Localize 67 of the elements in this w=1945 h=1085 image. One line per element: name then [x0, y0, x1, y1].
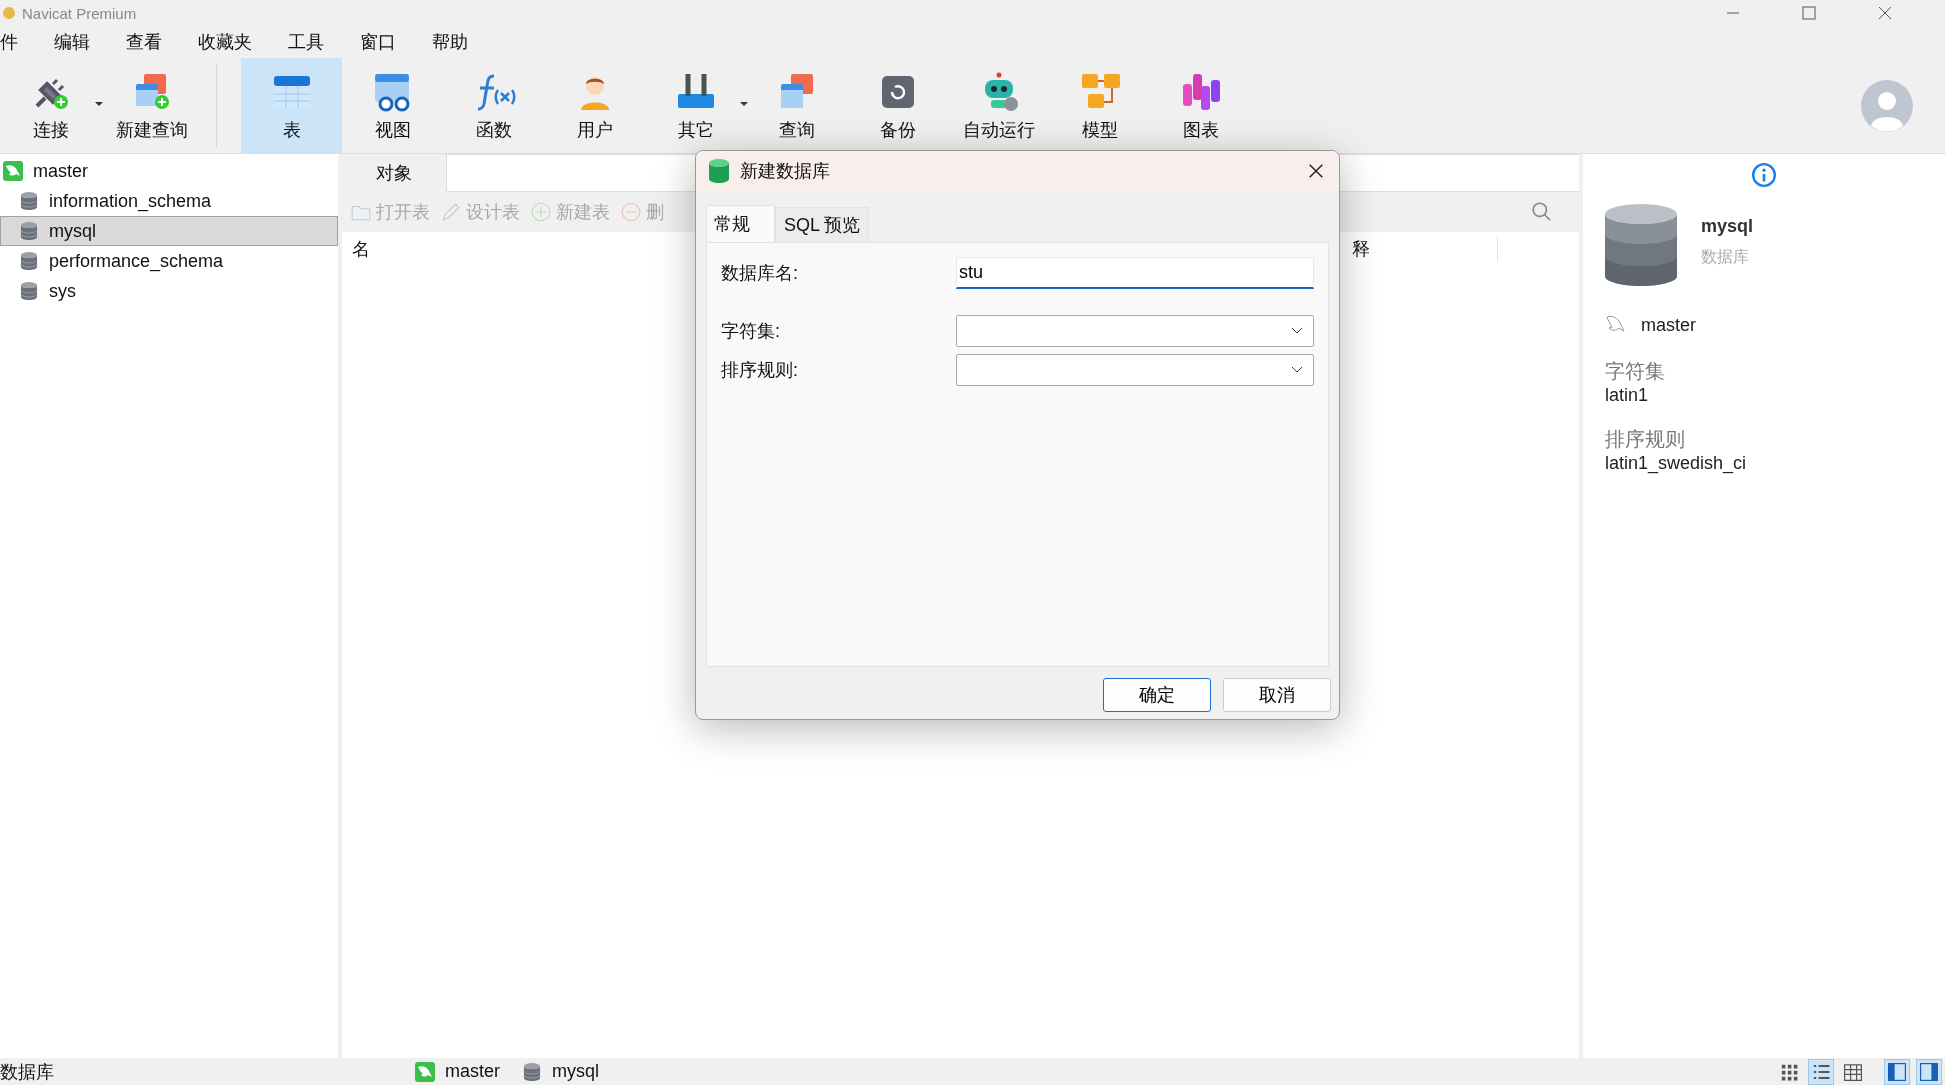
- cancel-button[interactable]: 取消: [1223, 678, 1331, 712]
- tree-item[interactable]: mysql: [0, 216, 338, 246]
- dropdown-field[interactable]: [956, 354, 1314, 386]
- dropdown-field[interactable]: [956, 315, 1314, 347]
- plus-icon: [530, 201, 552, 223]
- right-panel-icon[interactable]: [1916, 1058, 1942, 1085]
- window-title: Navicat Premium: [22, 4, 137, 22]
- tree-item[interactable]: information_schema: [0, 186, 338, 216]
- menu-item[interactable]: 帮助: [414, 30, 486, 54]
- object-name: mysql: [1701, 216, 1754, 237]
- property-value: latin1_swedish_ci: [1605, 453, 1748, 474]
- property-value: latin1: [1605, 385, 1650, 406]
- status-text: 数据库: [0, 1060, 55, 1084]
- chevron-icon: [1291, 366, 1303, 374]
- app-logo-icon: [2, 6, 16, 20]
- dialog-title: 新建数据库: [740, 160, 830, 183]
- connection-name: master: [1641, 314, 1696, 336]
- list-view-icon[interactable]: [1808, 1058, 1834, 1085]
- database-icon: [19, 281, 39, 301]
- property-label: 字符集: [1605, 359, 1666, 384]
- breadcrumb-item[interactable]: master: [445, 1061, 500, 1082]
- field-label: 数据库名:: [721, 262, 798, 285]
- search-icon[interactable]: [1531, 201, 1553, 223]
- toolbar-button[interactable]: 新建查询: [101, 58, 202, 153]
- menu-item[interactable]: 编辑: [36, 30, 108, 54]
- field-label: 字符集:: [721, 320, 780, 343]
- database-icon: [19, 191, 39, 211]
- menu-item[interactable]: 窗口: [342, 30, 414, 54]
- toolbar-button[interactable]: 其它: [645, 58, 746, 153]
- toolbar-button[interactable]: 表: [241, 58, 342, 153]
- database-icon: [522, 1061, 542, 1082]
- toolbar-button[interactable]: 连接: [0, 58, 101, 153]
- database-icon: [708, 159, 730, 183]
- left-panel-icon[interactable]: [1884, 1058, 1910, 1085]
- dialog-tab[interactable]: SQL 预览: [775, 207, 870, 242]
- chevron-icon: [1291, 327, 1303, 335]
- object-type: 数据库: [1701, 247, 1750, 267]
- breadcrumb-item[interactable]: mysql: [552, 1061, 600, 1082]
- toolbar-button[interactable]: 视图: [342, 58, 443, 153]
- minus-icon: [620, 201, 642, 223]
- toolbar-button[interactable]: 图表: [1150, 58, 1251, 153]
- menu-item[interactable]: 查看: [108, 30, 180, 54]
- database-icon: [19, 221, 39, 241]
- tree-item[interactable]: sys: [0, 276, 338, 306]
- caret-icon[interactable]: [94, 99, 103, 108]
- tree-item[interactable]: master: [0, 156, 338, 186]
- caret-icon[interactable]: [739, 99, 748, 108]
- close-icon[interactable]: [1307, 162, 1325, 180]
- tree-item[interactable]: performance_schema: [0, 246, 338, 276]
- menu-item[interactable]: 工具: [270, 30, 342, 54]
- input-field[interactable]: stu: [956, 257, 1314, 289]
- column-header: 名: [352, 238, 370, 261]
- toolbar-button[interactable]: 用户: [544, 58, 645, 153]
- toolbar-button[interactable]: 备份: [847, 58, 948, 153]
- database-icon: [19, 251, 39, 271]
- menu-item[interactable]: 件: [0, 30, 36, 54]
- toolbar-button[interactable]: 模型: [1049, 58, 1150, 153]
- column-header: 释: [1352, 238, 1370, 261]
- field-label: 排序规则:: [721, 359, 798, 382]
- toolbar-button[interactable]: 函数: [443, 58, 544, 153]
- pencil-icon: [440, 201, 462, 223]
- property-label: 排序规则: [1605, 427, 1686, 452]
- database-icon: [1605, 204, 1677, 286]
- menu-item[interactable]: 收藏夹: [180, 30, 270, 54]
- info-icon[interactable]: [1751, 162, 1777, 188]
- dialog-tab[interactable]: 常规: [706, 205, 775, 242]
- ok-button[interactable]: 确定: [1103, 678, 1211, 712]
